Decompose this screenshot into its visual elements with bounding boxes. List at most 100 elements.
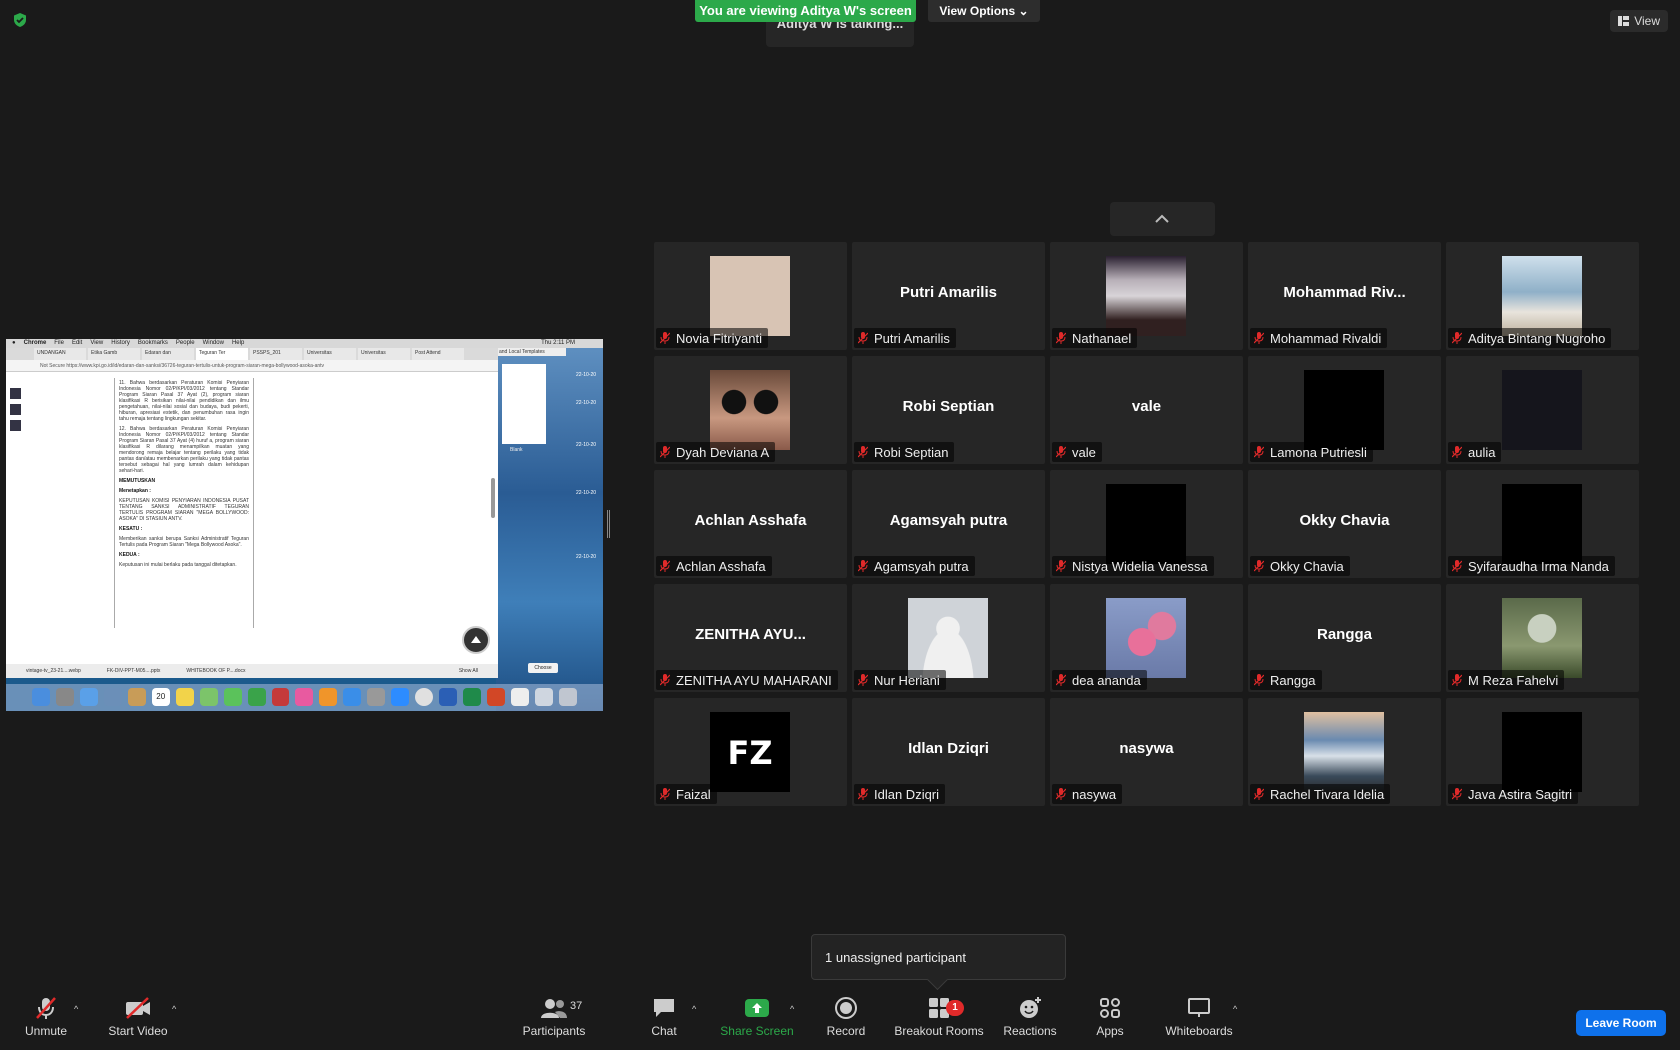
apple-menu-icon[interactable]: ●	[12, 339, 16, 348]
messages-icon[interactable]	[223, 688, 242, 706]
calendar-icon[interactable]: 20	[151, 688, 170, 706]
participant-tile[interactable]: Achlan Asshafa Achlan Asshafa	[654, 470, 847, 578]
facebook-icon[interactable]	[10, 388, 21, 399]
encryption-shield-icon[interactable]	[12, 12, 28, 28]
whiteboards-options-caret-icon[interactable]: ^	[1233, 1004, 1237, 1014]
view-options-button[interactable]: View Options ⌄	[928, 0, 1040, 22]
participant-tile[interactable]: Idlan Dziqri Idlan Dziqri	[852, 698, 1045, 806]
instagram-icon[interactable]	[10, 420, 21, 431]
participant-tile[interactable]: nasywa nasywa	[1050, 698, 1243, 806]
gallery-page-up-button[interactable]	[1110, 202, 1215, 236]
participant-tile[interactable]: M Reza Fahelvi	[1446, 584, 1639, 692]
browser-tab[interactable]: Edaran dan	[142, 348, 194, 360]
leave-room-button[interactable]: Leave Room	[1576, 1010, 1666, 1036]
participant-tile[interactable]: Dyah Deviana A	[654, 356, 847, 464]
downloads-icon[interactable]	[535, 688, 553, 706]
show-all-downloads-button[interactable]: Show All	[459, 664, 498, 678]
document-icon[interactable]	[511, 688, 530, 706]
powerpoint-icon[interactable]	[487, 688, 506, 706]
browser-tab[interactable]: Post Attend	[412, 348, 464, 360]
participant-tile[interactable]: Rachel Tivara Idelia	[1248, 698, 1441, 806]
participant-tile[interactable]: Okky Chavia Okky Chavia	[1248, 470, 1441, 578]
excel-icon[interactable]	[463, 688, 482, 706]
start-video-button[interactable]: Start Video	[104, 994, 172, 1046]
finder-icon[interactable]	[32, 688, 50, 706]
participant-tile[interactable]: Nistya Widelia Vanessa	[1050, 470, 1243, 578]
breakout-rooms-button[interactable]: 1 Breakout Rooms	[892, 994, 986, 1046]
download-item[interactable]: WHITEBOOK OF P....docx	[186, 664, 245, 678]
mac-menu-help[interactable]: Help	[232, 339, 244, 348]
browser-url-bar[interactable]: Not Secure https://www.kpi.go.id/id/edar…	[6, 360, 498, 372]
notes-icon[interactable]	[175, 688, 194, 706]
browser-tab[interactable]: PSSPS_201	[250, 348, 302, 360]
itunes-icon[interactable]	[295, 688, 314, 706]
apps-button[interactable]: Apps	[1094, 994, 1126, 1046]
photobooth-icon[interactable]	[271, 688, 290, 706]
participant-tile[interactable]: Robi Septian Robi Septian	[852, 356, 1045, 464]
maps-icon[interactable]	[199, 688, 218, 706]
choose-button[interactable]: Choose	[528, 663, 558, 673]
participant-tile[interactable]: Novia Fitriyanti	[654, 242, 847, 350]
mac-menu-file[interactable]: File	[54, 339, 64, 348]
browser-tab[interactable]: UNDANGAN	[34, 348, 86, 360]
participant-tile[interactable]: Nur Heriani	[852, 584, 1045, 692]
download-item[interactable]: vintage-tv_23-21....webp	[26, 664, 81, 678]
scroll-to-top-button[interactable]	[462, 626, 490, 654]
participant-tile[interactable]: Nathanael	[1050, 242, 1243, 350]
audio-options-caret-icon[interactable]: ^	[74, 1004, 78, 1014]
mac-menu-edit[interactable]: Edit	[72, 339, 82, 348]
view-layout-button[interactable]: View	[1610, 10, 1668, 32]
browser-tab-active[interactable]: Teguran Ter	[196, 348, 248, 360]
unmute-button[interactable]: Unmute	[18, 994, 74, 1046]
video-options-caret-icon[interactable]: ^	[172, 1004, 176, 1014]
reactions-button[interactable]: Reactions	[1002, 994, 1058, 1046]
launchpad-icon[interactable]	[55, 688, 74, 706]
record-button[interactable]: Record	[820, 994, 872, 1046]
preview-icon[interactable]	[103, 688, 122, 706]
browser-tab[interactable]: Etika Gamb	[88, 348, 140, 360]
participant-tile[interactable]: Syifaraudha Irma Nanda	[1446, 470, 1639, 578]
ibooks-icon[interactable]	[319, 688, 338, 706]
mac-menu-people[interactable]: People	[176, 339, 195, 348]
app-store-icon[interactable]	[343, 688, 362, 706]
participant-tile[interactable]: Aditya Bintang Nugroho	[1446, 242, 1639, 350]
chat-label: Chat	[651, 1024, 677, 1038]
word-icon[interactable]	[439, 688, 458, 706]
split-view-divider[interactable]	[607, 510, 610, 538]
mac-menu-window[interactable]: Window	[203, 339, 224, 348]
mac-menu-history[interactable]: History	[111, 339, 130, 348]
zoom-app-icon[interactable]	[391, 688, 410, 706]
participant-tile[interactable]: vale vale	[1050, 356, 1243, 464]
participant-tile[interactable]: ZENITHA AYU... ZENITHA AYU MAHARANI	[654, 584, 847, 692]
participant-tile[interactable]: aulia	[1446, 356, 1639, 464]
participant-tile[interactable]: Rangga Rangga	[1248, 584, 1441, 692]
contacts-icon[interactable]	[127, 688, 146, 706]
participants-button[interactable]: 37 Participants	[520, 994, 588, 1046]
participant-tile[interactable]: Lamona Putriesli	[1248, 356, 1441, 464]
browser-tab[interactable]: Universitas	[304, 348, 356, 360]
participant-tile[interactable]: dea ananda	[1050, 584, 1243, 692]
chrome-icon[interactable]	[415, 688, 434, 706]
mac-menu-view[interactable]: View	[90, 339, 103, 348]
mac-menu-chrome[interactable]: Chrome	[24, 339, 47, 348]
trash-icon[interactable]	[558, 688, 577, 706]
participant-tile[interactable]: Java Astira Sagitri	[1446, 698, 1639, 806]
participant-tile[interactable]: Mohammad Riv... Mohammad Rivaldi	[1248, 242, 1441, 350]
whiteboards-button[interactable]: Whiteboards	[1164, 994, 1234, 1046]
participant-tile[interactable]: FZ Faizal	[654, 698, 847, 806]
participant-tile[interactable]: Agamsyah putra Agamsyah putra	[852, 470, 1045, 578]
facetime-icon[interactable]	[247, 688, 266, 706]
twitter-icon[interactable]	[10, 404, 21, 415]
safari-icon[interactable]	[79, 688, 98, 706]
unassigned-participant-tooltip[interactable]: 1 unassigned participant	[811, 934, 1066, 980]
page-scrollbar[interactable]	[491, 478, 495, 518]
chat-options-caret-icon[interactable]: ^	[692, 1004, 696, 1014]
download-item[interactable]: FK-DIV-PPT-M05....pptx	[107, 664, 161, 678]
mac-menu-bookmarks[interactable]: Bookmarks	[138, 339, 168, 348]
system-preferences-icon[interactable]	[367, 688, 386, 706]
browser-tab[interactable]: Universitas	[358, 348, 410, 360]
share-screen-button[interactable]: Share Screen	[720, 994, 794, 1046]
participant-tile[interactable]: Putri Amarilis Putri Amarilis	[852, 242, 1045, 350]
chat-button[interactable]: Chat	[646, 994, 682, 1046]
share-options-caret-icon[interactable]: ^	[790, 1004, 794, 1014]
